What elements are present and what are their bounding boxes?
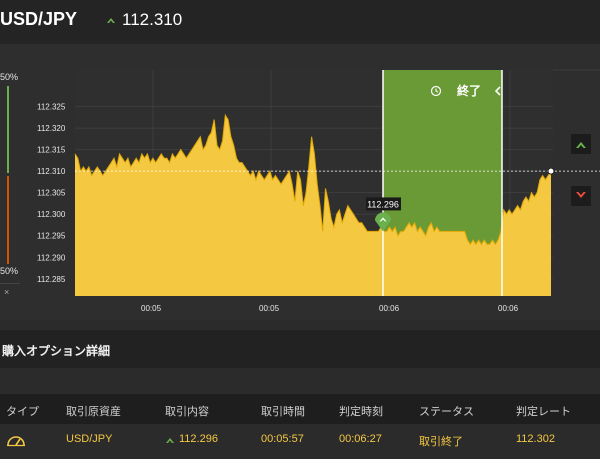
entry-label: 112.296 — [367, 199, 399, 209]
y-tick-label: 112.325 — [37, 103, 66, 112]
column-header-trade-time: 取引時間 — [261, 406, 305, 418]
details-table-header: タイプ 取引原資産 取引内容 取引時間 判定時刻 ステータス 判定レート — [0, 394, 600, 424]
y-tick-label: 112.300 — [37, 210, 66, 219]
y-tick-label: 112.305 — [37, 189, 66, 198]
y-tick-label: 112.315 — [37, 146, 66, 155]
up-arrow-icon — [576, 142, 586, 148]
gauge-bottom-label: 50% — [0, 266, 19, 276]
up-arrow-icon — [107, 18, 115, 23]
instrument-header: USD/JPY 112.310 — [0, 0, 600, 44]
column-header-asset: 取引原資産 — [66, 406, 121, 418]
current-point — [547, 167, 555, 175]
down-arrow-icon — [576, 192, 586, 198]
gauge-bar — [7, 86, 9, 264]
column-header-type: タイプ — [6, 406, 39, 418]
y-tick-label: 112.285 — [37, 275, 66, 284]
gauge-divider — [0, 283, 20, 284]
y-tick-label: 112.310 — [37, 167, 66, 176]
low-button[interactable] — [571, 186, 591, 206]
up-arrow-icon — [166, 438, 174, 443]
high-button[interactable] — [571, 134, 591, 154]
row-judge-time: 00:06:27 — [339, 433, 382, 445]
row-content: 112.296 — [179, 433, 218, 445]
y-tick-label: 112.295 — [37, 232, 66, 241]
column-header-status: ステータス — [419, 406, 474, 418]
gauge-icon — [7, 436, 25, 447]
gauge-high-segment — [7, 86, 9, 173]
price-chart[interactable]: 112.325 112.320 112.315 112.310 112.305 112.3… — [0, 44, 600, 320]
table-row[interactable]: USD/JPY 112.296 00:05:57 00:06:27 取引終了 1… — [0, 424, 600, 459]
details-section-header: 購入オプション詳細 — [0, 330, 600, 368]
gauge-low-segment — [7, 176, 9, 264]
price-chart-panel: 112.325 112.320 112.315 112.310 112.305 112.3… — [0, 44, 600, 320]
row-asset: USD/JPY — [66, 433, 113, 445]
current-rate: 112.310 — [122, 10, 183, 29]
column-header-content: 取引内容 — [165, 406, 209, 418]
x-tick-label: 00:05 — [259, 304, 280, 313]
x-tick-label: 00:06 — [498, 304, 519, 313]
sentiment-gauge: 50% 50% — [0, 64, 20, 304]
y-tick-label: 112.290 — [37, 253, 66, 262]
row-status: 取引終了 — [419, 436, 463, 448]
close-icon[interactable]: × — [4, 287, 9, 297]
column-header-judge-time: 判定時刻 — [339, 406, 383, 418]
x-tick-label: 00:06 — [379, 304, 400, 313]
row-judge-rate: 112.302 — [516, 433, 555, 445]
y-tick-label: 112.320 — [37, 124, 66, 133]
expiry-label: 終了 — [457, 83, 481, 98]
gauge-top-label: 50% — [0, 72, 19, 82]
row-trade-time: 00:05:57 — [261, 433, 304, 445]
x-tick-label: 00:05 — [141, 304, 162, 313]
column-header-judge-rate: 判定レート — [516, 406, 571, 418]
details-title: 購入オプション詳細 — [2, 344, 111, 358]
currency-pair-label: USD/JPY — [0, 9, 78, 29]
